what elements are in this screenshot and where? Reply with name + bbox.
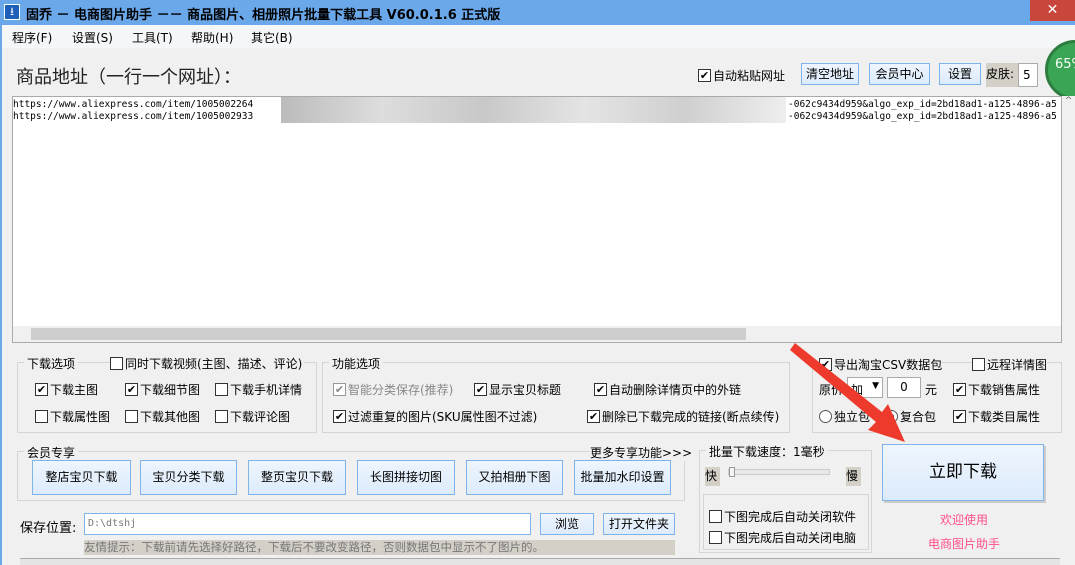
title-bar: ⭳ 固乔 － 电商图片助手 －－ 商品图片、相册照片批量下载工具 V60.0.1…	[0, 0, 1075, 25]
category-download-button[interactable]: 宝贝分类下载	[140, 460, 237, 495]
progress-badge: 65%	[1045, 40, 1075, 100]
download-attribute-image-checkbox[interactable]: 下载属性图	[35, 408, 110, 425]
download-video-checkbox[interactable]: 同时下载视频(主图、描述、评论)	[110, 355, 305, 372]
download-category-attr-checkbox[interactable]: ✔ 下载类目属性	[953, 408, 1040, 425]
unit-label: 元	[925, 383, 938, 397]
url-line: https://www.aliexpress.com/item/10050029…	[13, 111, 254, 122]
auto-paste-checkbox[interactable]: ✔ 自动粘贴网址	[698, 67, 785, 84]
menu-tools[interactable]: 工具(T)	[132, 29, 173, 46]
menu-help[interactable]: 帮助(H)	[191, 29, 233, 46]
save-path-input[interactable]: D:\dtshj	[84, 513, 531, 535]
download-review-image-checkbox[interactable]: 下载评论图	[215, 408, 290, 425]
clear-urls-button[interactable]: 清空地址	[801, 63, 859, 85]
menu-other[interactable]: 其它(B)	[251, 29, 293, 46]
download-detail-image-checkbox[interactable]: ✔ 下载细节图	[125, 381, 200, 398]
auto-paste-label: 自动粘贴网址	[713, 69, 786, 83]
blurred-region	[281, 97, 786, 123]
window-title: 固乔 － 电商图片助手 －－ 商品图片、相册照片批量下载工具 V60.0.1.6…	[26, 8, 501, 23]
arrow-shape	[790, 343, 905, 442]
speed-slider[interactable]	[728, 467, 830, 477]
menu-settings[interactable]: 设置(S)	[72, 29, 113, 46]
download-mobile-detail-checkbox[interactable]: 下载手机详情	[215, 381, 302, 398]
download-sales-attr-checkbox[interactable]: ✔ 下载销售属性	[953, 381, 1040, 398]
url-textarea[interactable]: https://www.aliexpress.com/item/10050022…	[12, 96, 1062, 343]
open-folder-button[interactable]: 打开文件夹	[603, 513, 675, 535]
url-line: https://www.aliexpress.com/item/10050022…	[13, 99, 254, 110]
fast-label: 快	[705, 467, 720, 486]
upyun-album-download-button[interactable]: 又拍相册下图	[466, 460, 563, 495]
whole-shop-download-button[interactable]: 整店宝贝下载	[32, 460, 131, 495]
close-button[interactable]: ✕	[1030, 0, 1075, 21]
remove-external-links-checkbox[interactable]: ✔ 自动删除详情页中的外链	[594, 381, 741, 398]
url-label: 商品地址（一行一个网址）：	[16, 67, 241, 88]
url-line-end: -062c9434d959&algo_exp_id=2bd18ad1-a125-…	[788, 99, 1057, 110]
smart-classify-checkbox: ✔ 智能分类保存(推荐)	[333, 383, 454, 397]
group-legend: 会员专享	[24, 444, 79, 461]
show-title-checkbox[interactable]: ✔ 显示宝贝标题	[474, 381, 561, 398]
download-now-button[interactable]: 立即下载	[882, 444, 1044, 501]
vertical-scrollbar[interactable]: ^	[1062, 96, 1075, 343]
welcome-app-name: 电商图片助手	[928, 537, 1001, 551]
url-line-end: -062c9434d959&algo_exp_id=2bd18ad1-a125-…	[788, 111, 1057, 122]
slider-thumb[interactable]	[729, 467, 735, 477]
delete-downloaded-links-checkbox[interactable]: ✔ 删除已下载完成的链接(断点续传)	[587, 408, 779, 425]
more-features-link[interactable]: 更多专享功能>>>	[590, 444, 693, 461]
batch-watermark-button[interactable]: 批量加水印设置	[574, 460, 671, 495]
slow-label: 慢	[846, 467, 861, 486]
long-image-splice-button[interactable]: 长图拼接切图	[357, 460, 455, 495]
save-location-label: 保存位置:	[20, 521, 77, 536]
red-arrow-icon	[790, 343, 905, 442]
settings-button[interactable]: 设置	[939, 63, 981, 85]
menu-program[interactable]: 程序(F)	[12, 29, 52, 46]
download-app-icon: ⭳	[4, 4, 20, 20]
close-app-after-checkbox[interactable]: 下图完成后自动关闭软件	[709, 508, 856, 525]
member-center-button[interactable]: 会员中心	[869, 63, 930, 85]
group-legend: 功能选项	[329, 355, 384, 372]
whole-page-download-button[interactable]: 整页宝贝下载	[248, 460, 346, 495]
shutdown-after-checkbox[interactable]: 下图完成后自动关闭电脑	[709, 529, 856, 546]
skin-label: 皮肤:	[986, 63, 1018, 87]
check-icon: ✔	[698, 69, 711, 82]
scrollbar-thumb[interactable]	[31, 328, 746, 340]
group-legend: 批量下载速度：1毫秒	[706, 443, 828, 460]
window-border	[0, 25, 2, 565]
group-legend: 下载选项	[24, 355, 79, 372]
browse-button[interactable]: 浏览	[540, 513, 594, 535]
filter-duplicates-checkbox[interactable]: ✔ 过滤重复的图片(SKU属性图不过滤)	[333, 408, 537, 425]
status-bar	[20, 558, 1060, 565]
remote-detail-checkbox[interactable]: 远程详情图	[972, 356, 1048, 373]
skin-spinner[interactable]: 5	[1018, 63, 1038, 87]
tip-text: 友情提示：下载前请先选择好路径，下载后不要改变路径，否则数据包中显示不了图片的。	[84, 540, 675, 555]
menu-bar: 程序(F) 设置(S) 工具(T) 帮助(H) 其它(B)	[2, 25, 1075, 48]
welcome-text: 欢迎使用	[940, 513, 989, 527]
download-other-image-checkbox[interactable]: 下载其他图	[125, 408, 200, 425]
download-main-image-checkbox[interactable]: ✔ 下载主图	[35, 381, 98, 398]
